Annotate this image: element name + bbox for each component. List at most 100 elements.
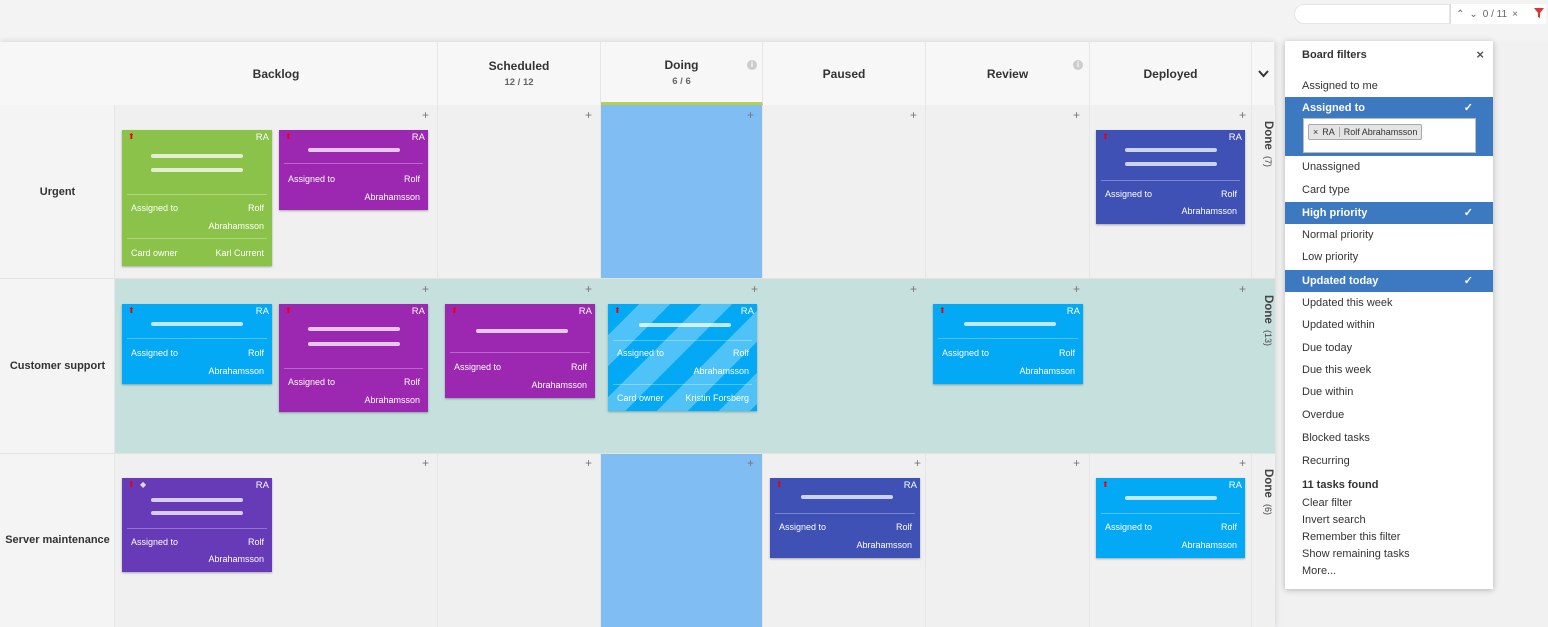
- filter-blocked-tasks[interactable]: Blocked tasks: [1285, 427, 1493, 449]
- column-header-paused[interactable]: Paused: [763, 42, 926, 105]
- add-card-icon[interactable]: +: [914, 456, 921, 470]
- task-card[interactable]: ⬆ RA Assigned to Rolf Abrahamsson: [770, 478, 920, 558]
- chevron-down-icon[interactable]: [1257, 69, 1269, 78]
- assigned-first: Rolf: [247, 203, 264, 213]
- priority-icon: ⬆: [128, 306, 135, 315]
- task-card[interactable]: ⬆ RA Assigned to Rolf Abrahamsson: [1096, 478, 1245, 558]
- column-title: Scheduled: [488, 59, 550, 73]
- search-input[interactable]: [1294, 4, 1450, 24]
- remove-chip-icon[interactable]: ×: [1313, 127, 1318, 137]
- assignee-initials: RA: [740, 306, 754, 317]
- info-icon[interactable]: i: [1073, 60, 1083, 70]
- priority-icon: ⬆: [939, 306, 946, 315]
- filter-updated-today[interactable]: Updated today ✓: [1285, 270, 1493, 292]
- filter-overdue[interactable]: Overdue: [1285, 404, 1493, 426]
- wip-count: 12 / 12: [504, 77, 534, 88]
- more-link[interactable]: More...: [1285, 563, 1493, 580]
- filter-high-priority[interactable]: High priority ✓: [1285, 202, 1493, 224]
- assignee-initials: RA: [255, 306, 269, 317]
- column-title: Review: [986, 66, 1029, 81]
- add-card-icon[interactable]: +: [751, 282, 758, 296]
- done-lane-customer-support[interactable]: Done (13): [1254, 295, 1274, 346]
- add-card-icon[interactable]: +: [1239, 282, 1246, 296]
- filter-due-this-week[interactable]: Due this week: [1285, 359, 1493, 381]
- add-card-icon[interactable]: +: [747, 456, 754, 470]
- panel-title: Board filters: [1302, 49, 1367, 61]
- task-card[interactable]: ⬆ RA Assigned to Rolf Abrahamsson: [445, 304, 595, 398]
- filter-recurring[interactable]: Recurring: [1285, 450, 1493, 472]
- show-remaining-link[interactable]: Show remaining tasks: [1285, 546, 1493, 563]
- assignee-initials: RA: [578, 306, 592, 317]
- assignee-select-input[interactable]: × RA Rolf Abrahamsson: [1303, 118, 1476, 153]
- task-card[interactable]: ⬆ RA Assigned to Rolf Abrahamsson: [1096, 130, 1245, 224]
- assigned-last: Abrahamsson: [1019, 366, 1075, 376]
- column-header-deployed[interactable]: Deployed: [1090, 42, 1252, 105]
- done-lane-urgent[interactable]: Done (7): [1254, 121, 1274, 167]
- add-card-icon[interactable]: +: [1073, 456, 1080, 470]
- assigned-first: Rolf: [403, 377, 420, 387]
- chevron-down-icon[interactable]: ⌄: [1469, 9, 1477, 20]
- task-card[interactable]: ⬆ RA Assigned to Rolf Abrahamsson: [279, 130, 428, 210]
- add-card-icon[interactable]: +: [910, 108, 917, 122]
- add-card-icon[interactable]: +: [747, 108, 754, 122]
- add-card-icon[interactable]: +: [585, 108, 592, 122]
- add-card-icon[interactable]: +: [585, 456, 592, 470]
- task-card[interactable]: ⬆ RA Assigned to Rolf Abrahamsson: [933, 304, 1083, 384]
- filter-icon[interactable]: [1534, 8, 1544, 18]
- task-card[interactable]: ⬆ RA Assigned to Rolf Abrahamsson Card o…: [122, 130, 272, 266]
- assigned-first: Rolf: [247, 348, 264, 358]
- clear-filter-link[interactable]: Clear filter: [1285, 495, 1493, 512]
- add-card-icon[interactable]: +: [422, 108, 429, 122]
- task-card-blocked[interactable]: ⬆ RA Assigned to Rolf Abrahamsson Card o…: [608, 304, 757, 411]
- card-title-placeholder: [639, 323, 731, 327]
- add-card-icon[interactable]: +: [910, 282, 917, 296]
- assignee-initials: RA: [1228, 480, 1242, 491]
- clear-search-icon[interactable]: ×: [1512, 9, 1518, 20]
- owner-name: Kristin Forsberg: [685, 393, 749, 403]
- remember-filter-link[interactable]: Remember this filter: [1285, 529, 1493, 546]
- chevron-up-icon[interactable]: ⌃: [1456, 9, 1464, 20]
- info-icon[interactable]: i: [747, 60, 757, 70]
- add-card-icon[interactable]: +: [1239, 108, 1246, 122]
- column-header-review[interactable]: Review i: [926, 42, 1090, 105]
- priority-icon: ⬆: [1102, 480, 1109, 489]
- column-header-scheduled[interactable]: Scheduled 12 / 12: [438, 42, 601, 105]
- filter-updated-within[interactable]: Updated within: [1285, 314, 1493, 336]
- column-title: Deployed: [1143, 66, 1198, 81]
- card-title-placeholder: [151, 498, 243, 502]
- add-card-icon[interactable]: +: [1073, 282, 1080, 296]
- filter-updated-this-week[interactable]: Updated this week: [1285, 292, 1493, 314]
- task-card[interactable]: ⬆ RA Assigned to Rolf Abrahamsson: [279, 304, 428, 412]
- invert-search-link[interactable]: Invert search: [1285, 512, 1493, 529]
- filter-due-today[interactable]: Due today: [1285, 337, 1493, 359]
- filter-assigned-to-me[interactable]: Assigned to me: [1285, 75, 1493, 97]
- add-card-icon[interactable]: +: [422, 456, 429, 470]
- assigned-first: Rolf: [1058, 348, 1075, 358]
- column-header-doing[interactable]: Doing 6 / 6 i: [601, 42, 763, 105]
- task-card[interactable]: ⬆ ◆ RA Assigned to Rolf Abrahamsson: [122, 478, 272, 572]
- card-title-placeholder: [151, 154, 243, 158]
- filter-normal-priority[interactable]: Normal priority: [1285, 224, 1493, 246]
- add-card-icon[interactable]: +: [1239, 456, 1246, 470]
- filter-label: Assigned to: [1302, 102, 1365, 114]
- card-title-placeholder: [308, 342, 400, 346]
- done-lane-server-maintenance[interactable]: Done (6): [1254, 469, 1274, 515]
- collapse-header[interactable]: [1252, 42, 1275, 105]
- add-card-icon[interactable]: +: [1073, 108, 1080, 122]
- priority-icon: ⬆: [1102, 132, 1109, 141]
- add-card-icon[interactable]: +: [585, 282, 592, 296]
- filter-unassigned[interactable]: Unassigned: [1285, 156, 1493, 178]
- add-card-icon[interactable]: +: [422, 282, 429, 296]
- assigned-label: Assigned to: [131, 203, 179, 213]
- filter-low-priority[interactable]: Low priority: [1285, 246, 1493, 268]
- lane-title-urgent[interactable]: Urgent: [0, 186, 115, 198]
- column-header-backlog[interactable]: Backlog: [0, 42, 438, 105]
- lane-title-customer-support[interactable]: Customer support: [0, 360, 115, 372]
- task-card[interactable]: ⬆ RA Assigned to Rolf Abrahamsson: [122, 304, 272, 384]
- assigned-label: Assigned to: [131, 537, 179, 547]
- filter-card-type[interactable]: Card type: [1285, 179, 1493, 201]
- lane-title-server-maintenance[interactable]: Server maintenance: [0, 534, 115, 546]
- filter-due-within[interactable]: Due within: [1285, 381, 1493, 403]
- close-icon[interactable]: ×: [1476, 47, 1484, 62]
- card-title-placeholder: [964, 322, 1056, 326]
